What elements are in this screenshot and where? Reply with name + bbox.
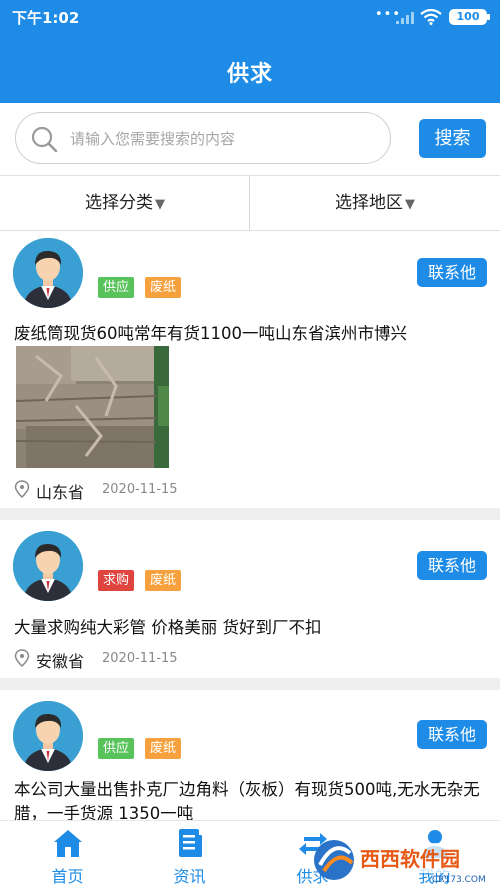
contact-button[interactable]: 联系他 (417, 258, 487, 287)
tab-home-label: 首页 (51, 867, 84, 886)
app-screen: 下午1:02 ••• 100 供求 搜索 (0, 0, 500, 888)
post-card[interactable]: 求购 废纸 联系他 大量求购纯大彩管 价格美丽 货好到厂不扣 安徽省 2020-… (0, 520, 500, 678)
supply-tag: 供应 (98, 738, 135, 759)
news-icon (179, 829, 202, 857)
post-title: 大量求购纯大彩管 价格美丽 货好到厂不扣 (14, 618, 322, 637)
tab-news-label: 资讯 (173, 867, 206, 886)
status-time: 下午1:02 (12, 9, 80, 27)
supply-tag: 供应 (98, 277, 135, 298)
category-filter-label: 选择分类 (85, 193, 153, 213)
avatar (13, 238, 83, 308)
category-tag: 废纸 (145, 738, 182, 759)
post-card[interactable]: 供应 废纸 联系他 废纸筒现货60吨常年有货1100一吨山东省滨州市博兴 山东省… (0, 231, 500, 508)
post-photo[interactable] (16, 346, 169, 468)
filter-bar: 选择分类 ▼ 选择地区 ▼ (0, 175, 500, 231)
location-pin-icon (14, 480, 30, 498)
category-tag: 废纸 (145, 570, 182, 591)
battery-icon: 100 (449, 9, 490, 25)
avatar (13, 701, 83, 771)
post-title: 废纸筒现货60吨常年有货1100一吨山东省滨州市博兴 (14, 324, 407, 343)
tab-home[interactable]: 首页 (5, 821, 130, 888)
location-pin-icon (14, 649, 30, 667)
search-icon (31, 126, 58, 153)
search-box[interactable] (15, 112, 391, 164)
dropdown-arrow-icon: ▼ (155, 197, 165, 212)
dropdown-arrow-icon: ▼ (405, 197, 415, 212)
post-date: 2020-11-15 (102, 482, 178, 497)
wifi-icon (420, 9, 442, 25)
card-separator (0, 508, 500, 520)
avatar-person-icon (13, 238, 83, 308)
post-date: 2020-11-15 (102, 651, 178, 666)
region-filter[interactable]: 选择地区 ▼ (250, 176, 500, 231)
post-title: 本公司大量出售扑克厂边角料（灰板）有现货500吨,无水无杂无腊，一手货源 135… (14, 780, 480, 820)
tab-news[interactable]: 资讯 (127, 821, 252, 888)
watermark-text: 西西软件园 (360, 847, 460, 871)
avatar (13, 531, 83, 601)
top-bar: 下午1:02 ••• 100 供求 (0, 0, 500, 103)
avatar-person-icon (13, 701, 83, 771)
waste-paper-photo (16, 346, 169, 468)
demand-tag: 求购 (98, 570, 135, 591)
watermark-site: CR173.COM (432, 875, 486, 885)
post-location: 安徽省 (36, 652, 85, 671)
status-bar: 下午1:02 ••• 100 (0, 0, 500, 34)
card-separator (0, 678, 500, 690)
watermark-logo: 西西软件园 CR173.COM (314, 840, 494, 885)
contact-button[interactable]: 联系他 (417, 720, 487, 749)
post-location: 山东省 (36, 483, 85, 502)
search-button[interactable]: 搜索 (419, 119, 486, 158)
home-icon (54, 830, 82, 857)
signal-icon (396, 12, 414, 24)
avatar-person-icon (13, 531, 83, 601)
post-card[interactable]: 供应 废纸 联系他 本公司大量出售扑克厂边角料（灰板）有现货500吨,无水无杂无… (0, 690, 500, 820)
page-title: 供求 (226, 62, 273, 87)
region-filter-label: 选择地区 (335, 193, 403, 213)
contact-button[interactable]: 联系他 (417, 551, 487, 580)
battery-level: 100 (456, 10, 480, 23)
search-input[interactable] (70, 121, 370, 157)
category-filter[interactable]: 选择分类 ▼ (0, 176, 250, 231)
category-tag: 废纸 (145, 277, 182, 298)
